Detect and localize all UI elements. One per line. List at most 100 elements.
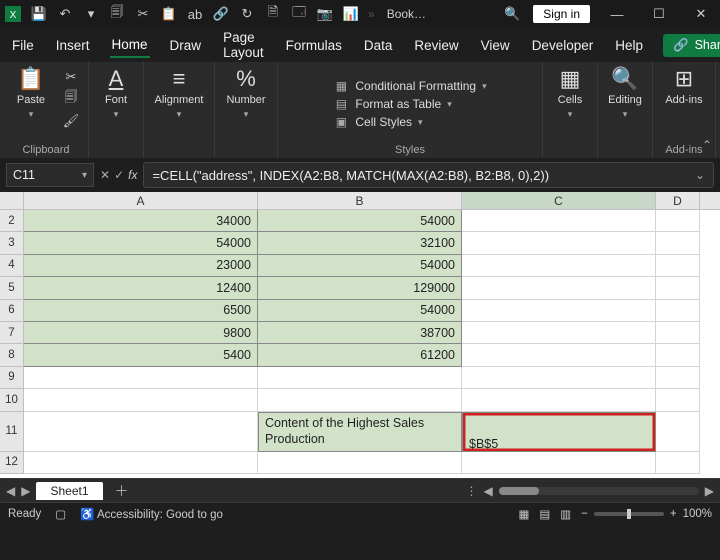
close-button[interactable]: ✕ bbox=[686, 6, 716, 22]
cell[interactable]: 23000 bbox=[24, 255, 258, 277]
cell[interactable] bbox=[656, 232, 700, 254]
menu-insert[interactable]: Insert bbox=[54, 34, 92, 57]
name-box[interactable]: C11 ▾ bbox=[6, 163, 94, 187]
cell[interactable]: 5400 bbox=[24, 344, 258, 366]
cell[interactable]: 54000 bbox=[258, 210, 462, 232]
cell[interactable]: 38700 bbox=[258, 322, 462, 344]
menu-home[interactable]: Home bbox=[110, 33, 150, 58]
paste-button[interactable]: 📋 Paste ▾ bbox=[10, 66, 52, 120]
tab-nav-next[interactable]: ▶ bbox=[21, 484, 30, 498]
cell[interactable] bbox=[462, 277, 656, 299]
menu-page-layout[interactable]: Page Layout bbox=[221, 26, 266, 64]
cell[interactable] bbox=[24, 389, 258, 411]
accessibility-status[interactable]: ♿ Accessibility: Good to go bbox=[80, 507, 223, 521]
cell-active-result[interactable]: $B$5 bbox=[462, 412, 656, 452]
row-header[interactable]: 3 bbox=[0, 232, 24, 254]
minimize-button[interactable]: — bbox=[602, 7, 632, 22]
row-header[interactable]: 9 bbox=[0, 367, 24, 389]
cell[interactable]: 12400 bbox=[24, 277, 258, 299]
cell[interactable]: 9800 bbox=[24, 322, 258, 344]
cell[interactable] bbox=[462, 389, 656, 411]
undo-icon[interactable]: ↶ bbox=[56, 5, 74, 23]
qat-btn-7[interactable]: 📷 bbox=[316, 5, 334, 23]
cell[interactable] bbox=[656, 277, 700, 299]
conditional-formatting-button[interactable]: ▦Conditional Formatting ▾ bbox=[333, 79, 486, 93]
view-page-break-button[interactable]: ▥ bbox=[560, 507, 571, 521]
menu-draw[interactable]: Draw bbox=[168, 34, 204, 57]
menu-file[interactable]: File bbox=[10, 34, 36, 57]
cell[interactable]: 34000 bbox=[24, 210, 258, 232]
sheet-tab[interactable]: Sheet1 bbox=[36, 482, 102, 500]
cell-styles-button[interactable]: ▣Cell Styles ▾ bbox=[333, 115, 486, 129]
zoom-in-button[interactable]: + bbox=[670, 508, 677, 520]
view-normal-button[interactable]: ▦ bbox=[519, 507, 530, 521]
cell[interactable] bbox=[24, 367, 258, 389]
col-header-a[interactable]: A bbox=[24, 192, 258, 209]
save-icon[interactable]: 💾 bbox=[30, 5, 48, 23]
sign-in-button[interactable]: Sign in bbox=[533, 5, 590, 23]
horizontal-scrollbar[interactable] bbox=[499, 487, 699, 495]
cell[interactable] bbox=[462, 367, 656, 389]
collapse-ribbon-button[interactable]: ⌃ bbox=[702, 138, 712, 152]
cell[interactable] bbox=[462, 300, 656, 322]
zoom-out-button[interactable]: − bbox=[581, 508, 588, 520]
add-sheet-button[interactable]: ＋ bbox=[115, 481, 129, 501]
cell[interactable] bbox=[258, 389, 462, 411]
row-header[interactable]: 11 bbox=[0, 412, 24, 452]
cell[interactable] bbox=[656, 344, 700, 366]
cell[interactable]: 61200 bbox=[258, 344, 462, 366]
hscroll-right[interactable]: ▶ bbox=[705, 484, 714, 498]
formula-input[interactable]: =CELL("address", INDEX(A2:B8, MATCH(MAX(… bbox=[143, 162, 714, 188]
row-header[interactable]: 6 bbox=[0, 300, 24, 322]
cell-highest-sales-label[interactable]: Content of the Highest Sales Production bbox=[258, 412, 462, 452]
share-button[interactable]: 🔗 Share ▾ bbox=[663, 34, 720, 57]
cell[interactable] bbox=[462, 232, 656, 254]
cell[interactable]: 54000 bbox=[24, 232, 258, 254]
menu-developer[interactable]: Developer bbox=[530, 34, 596, 57]
addins-button[interactable]: ⊞ Add-ins bbox=[659, 66, 709, 106]
row-header[interactable]: 10 bbox=[0, 389, 24, 411]
cell[interactable] bbox=[258, 452, 462, 474]
tab-options-icon[interactable]: ⋮ bbox=[466, 484, 478, 498]
cell[interactable] bbox=[656, 452, 700, 474]
qat-btn-1[interactable]: 🗐 bbox=[108, 5, 126, 23]
redo-dropdown-icon[interactable]: ▾ bbox=[82, 5, 100, 23]
qat-btn-4[interactable]: ↻ bbox=[238, 5, 256, 23]
cell[interactable]: 32100 bbox=[258, 232, 462, 254]
col-header-d[interactable]: D bbox=[656, 192, 700, 209]
qat-btn-5[interactable]: 🗎 bbox=[264, 5, 282, 23]
zoom-slider[interactable] bbox=[594, 512, 664, 516]
editing-button[interactable]: 🔍 Editing ▾ bbox=[604, 66, 646, 120]
cell[interactable]: 129000 bbox=[258, 277, 462, 299]
cells-button[interactable]: ▦ Cells ▾ bbox=[549, 66, 591, 120]
menu-data[interactable]: Data bbox=[362, 34, 395, 57]
format-as-table-button[interactable]: ▤Format as Table ▾ bbox=[333, 97, 486, 111]
hscroll-left[interactable]: ◀ bbox=[484, 484, 493, 498]
cell[interactable] bbox=[462, 452, 656, 474]
menu-view[interactable]: View bbox=[479, 34, 512, 57]
row-header[interactable]: 7 bbox=[0, 322, 24, 344]
cell[interactable] bbox=[462, 210, 656, 232]
number-button[interactable]: % Number ▾ bbox=[221, 66, 271, 120]
qat-btn-6[interactable]: 🗔 bbox=[290, 5, 308, 23]
cell[interactable]: 6500 bbox=[24, 300, 258, 322]
cell[interactable] bbox=[462, 344, 656, 366]
cell[interactable] bbox=[462, 255, 656, 277]
cell[interactable] bbox=[656, 210, 700, 232]
row-header[interactable]: 8 bbox=[0, 344, 24, 366]
qat-btn-8[interactable]: 📊 bbox=[342, 5, 360, 23]
row-header[interactable]: 12 bbox=[0, 452, 24, 474]
macro-indicator-icon[interactable]: ▢ bbox=[55, 507, 66, 521]
menu-review[interactable]: Review bbox=[412, 34, 460, 57]
qat-btn-3[interactable]: 🔗 bbox=[212, 5, 230, 23]
expand-formula-bar-button[interactable]: ⌄ bbox=[695, 168, 705, 182]
cell[interactable] bbox=[24, 412, 258, 452]
view-page-layout-button[interactable]: ▤ bbox=[539, 507, 550, 521]
row-header[interactable]: 5 bbox=[0, 277, 24, 299]
row-header[interactable]: 4 bbox=[0, 255, 24, 277]
cell[interactable] bbox=[462, 322, 656, 344]
copy-icon[interactable]: 📋 bbox=[160, 5, 178, 23]
enter-formula-button[interactable]: ✓ bbox=[114, 168, 124, 182]
row-header[interactable]: 2 bbox=[0, 210, 24, 232]
cell[interactable] bbox=[656, 255, 700, 277]
